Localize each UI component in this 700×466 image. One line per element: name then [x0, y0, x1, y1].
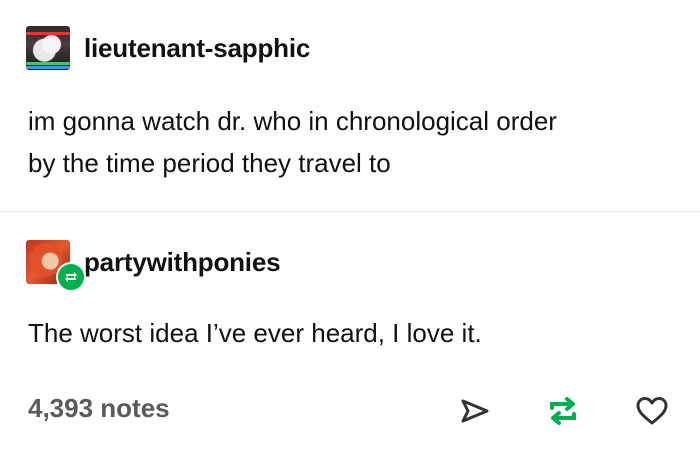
reblog-button[interactable]: [546, 394, 580, 428]
avatar-decoration: [26, 66, 70, 69]
original-post-line-2: by the time period they travel to: [28, 148, 391, 178]
reblog-divider: [0, 211, 700, 212]
post-actions: [0, 392, 700, 432]
reblog-text: The worst idea I’ve ever heard, I love i…: [28, 318, 482, 348]
avatar-decoration: [26, 32, 70, 35]
reblog-icon: [550, 397, 576, 425]
share-icon: [461, 399, 489, 423]
post-card: lieutenant-sapphic im gonna watch dr. wh…: [0, 0, 700, 466]
share-button[interactable]: [458, 394, 492, 428]
original-post-text: im gonna watch dr. who in chronological …: [28, 100, 668, 184]
username-reblog[interactable]: partywithponies: [84, 247, 281, 278]
reblog-badge-icon: [56, 262, 86, 292]
username-original[interactable]: lieutenant-sapphic: [84, 33, 310, 64]
heart-icon: [636, 397, 668, 425]
like-button[interactable]: [635, 394, 669, 428]
original-post-line-1: im gonna watch dr. who in chronological …: [28, 106, 557, 136]
avatar-lieutenant-sapphic[interactable]: [26, 26, 70, 70]
reblog-icon: [65, 272, 77, 282]
post-header-original: lieutenant-sapphic: [26, 26, 310, 70]
avatar-decoration: [26, 62, 70, 65]
